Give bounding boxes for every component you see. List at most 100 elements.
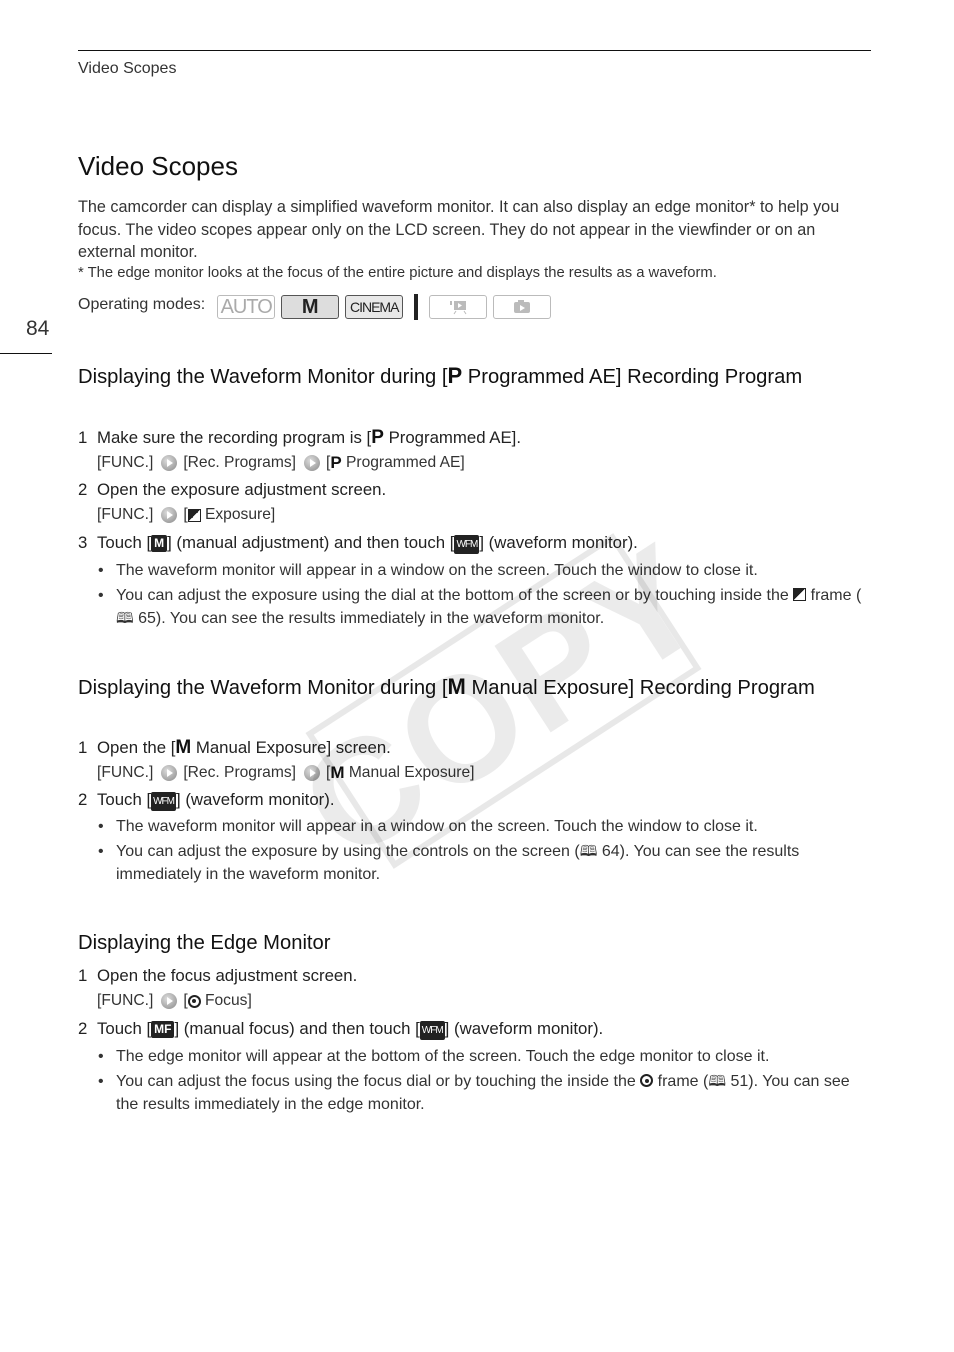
path-item: Manual Exposure]	[344, 764, 475, 781]
bullet-item: • The waveform monitor will appear in a w…	[98, 815, 868, 838]
page-title: Video Scopes	[78, 151, 238, 181]
menu-path: [FUNC.][ Focus]	[97, 992, 252, 1010]
heading-text: Manual Exposure] Recording Program	[465, 677, 815, 699]
path-item: [FUNC.]	[97, 506, 154, 523]
step-number: 2	[78, 480, 88, 499]
heading-text: Programmed AE] Recording Program	[462, 366, 803, 388]
path-item: Exposure]	[200, 506, 276, 523]
mode-separator	[414, 294, 419, 320]
path-item: [FUNC.]	[97, 454, 154, 471]
bullet-text-part: You can adjust the focus using the focus…	[116, 1073, 641, 1090]
step-text: Programmed AE].	[383, 428, 522, 447]
waveform-monitor-icon: WFM	[454, 535, 480, 554]
section-heading-manual-exposure: Displaying the Waveform Monitor during […	[78, 673, 878, 702]
mode-manual-icon: M	[281, 295, 340, 319]
running-head: Video Scopes	[78, 60, 177, 77]
heading-text: Displaying the Waveform Monitor during [	[78, 366, 448, 388]
bullet-text: You can adjust the exposure by using the…	[116, 840, 868, 886]
step-3: 3 Touch [M] (manual adjustment) and then …	[78, 533, 638, 554]
step-text: Touch [	[97, 790, 152, 809]
step-text: ] (waveform monitor).	[176, 790, 335, 809]
section-heading-edge-monitor: Displaying the Edge Monitor	[78, 932, 331, 954]
path-item: [FUNC.]	[97, 764, 154, 781]
step-text: ] (waveform monitor).	[479, 533, 638, 552]
step-text: Open the exposure adjustment screen.	[97, 480, 387, 499]
book-reference-icon: 🕮	[708, 1073, 727, 1090]
bullet-item: • You can adjust the focus using the foc…	[98, 1070, 868, 1116]
exposure-icon	[793, 588, 807, 601]
step-text: ] (manual adjustment) and then touch [	[167, 533, 455, 552]
arrow-right-icon	[303, 455, 320, 471]
waveform-monitor-icon: WFM	[151, 792, 176, 811]
bullet-text-part: You can adjust the exposure using the di…	[116, 587, 794, 604]
manual-m-icon: M	[175, 737, 192, 758]
step-1: 1 Open the focus adjustment screen.	[78, 966, 357, 986]
step-text: Open the focus adjustment screen.	[97, 966, 358, 985]
bullet-text: You can adjust the exposure using the di…	[116, 584, 868, 630]
focus-icon	[640, 1074, 654, 1087]
bullet-dot: •	[98, 818, 104, 835]
bullet-dot: •	[98, 1048, 104, 1065]
step-text: Touch [	[97, 533, 152, 552]
bullet-text: You can adjust the focus using the focus…	[116, 1070, 868, 1116]
program-p-icon: P	[447, 363, 463, 388]
step-2: 2 Touch [MF] (manual focus) and then touc…	[78, 1019, 603, 1040]
arrow-right-icon	[161, 993, 178, 1009]
step-1: 1 Make sure the recording program is [P P…	[78, 427, 521, 449]
footnote: * The edge monitor looks at the focus of…	[78, 265, 717, 281]
menu-path: [FUNC.] [Rec. Programs][M Manual Exposure…	[97, 763, 475, 783]
arrow-right-icon	[161, 455, 178, 471]
page-number-rule	[0, 353, 52, 354]
step-number: 1	[78, 966, 88, 985]
bullet-item: • You can adjust the exposure using the …	[98, 584, 868, 630]
video-playback-icon	[429, 295, 488, 319]
header-rule	[78, 50, 871, 51]
bullet-dot: •	[98, 562, 104, 579]
manual-m-icon: M	[330, 763, 345, 782]
step-text: Touch [	[97, 1019, 152, 1038]
bullet-text: The waveform monitor will appear in a wi…	[116, 818, 758, 835]
bullet-text-part: frame (	[653, 1073, 709, 1090]
path-item: [Rec. Programs]	[183, 764, 296, 781]
bullet-text-part: You can adjust the exposure by using the…	[116, 843, 580, 860]
step-text: ] (manual focus) and then touch [	[174, 1019, 420, 1038]
bullet-dot: •	[98, 843, 104, 860]
page-number: 84	[26, 317, 50, 340]
step-number: 2	[78, 790, 88, 809]
operating-modes-label: Operating modes:	[78, 296, 206, 313]
bullet-dot: •	[98, 587, 104, 604]
path-item: Focus]	[200, 992, 252, 1009]
exposure-icon	[187, 508, 201, 522]
manual-m-icon: M	[447, 674, 466, 699]
step-1: 1 Open the [M Manual Exposure] screen.	[78, 737, 391, 759]
bullet-item: • You can adjust the exposure by using t…	[98, 840, 868, 886]
mode-auto-icon: AUTO	[217, 295, 276, 319]
section-heading-programmed-ae: Displaying the Waveform Monitor during […	[78, 362, 878, 391]
path-item: [Rec. Programs]	[183, 454, 296, 471]
manual-focus-icon: MF	[151, 1021, 175, 1038]
book-reference-icon: 🕮	[579, 843, 598, 860]
bullet-text: The waveform monitor will appear in a wi…	[116, 562, 758, 579]
step-text: Open the [	[97, 738, 176, 757]
menu-path: [FUNC.][ Exposure]	[97, 506, 275, 524]
bullet-item: • The edge monitor will appear at the bot…	[98, 1045, 868, 1068]
intro-paragraph: The camcorder can display a simplified w…	[78, 198, 840, 262]
mode-cinema-icon: CINEMA	[345, 295, 404, 319]
bullet-text: The edge monitor will appear at the bott…	[116, 1048, 770, 1065]
focus-icon	[187, 994, 201, 1008]
program-p-icon: P	[330, 453, 342, 472]
step-text: Manual Exposure] screen.	[191, 738, 391, 757]
program-p-icon: P	[371, 427, 384, 448]
operating-modes: Operating modes: AUTO M CINEMA	[78, 294, 557, 320]
step-2: 2 Open the exposure adjustment screen.	[78, 480, 386, 500]
step-number: 1	[78, 738, 88, 757]
step-text: Make sure the recording program is [	[97, 428, 372, 447]
step-number: 3	[78, 533, 88, 552]
step-number: 2	[78, 1019, 88, 1038]
path-item: Programmed AE]	[341, 454, 465, 471]
step-text: ] (waveform monitor).	[444, 1019, 604, 1038]
step-2: 2 Touch [WFM] (waveform monitor).	[78, 790, 335, 811]
step-number: 1	[78, 428, 88, 447]
menu-path: [FUNC.] [Rec. Programs][P Programmed AE]	[97, 453, 465, 473]
arrow-right-icon	[303, 765, 320, 781]
